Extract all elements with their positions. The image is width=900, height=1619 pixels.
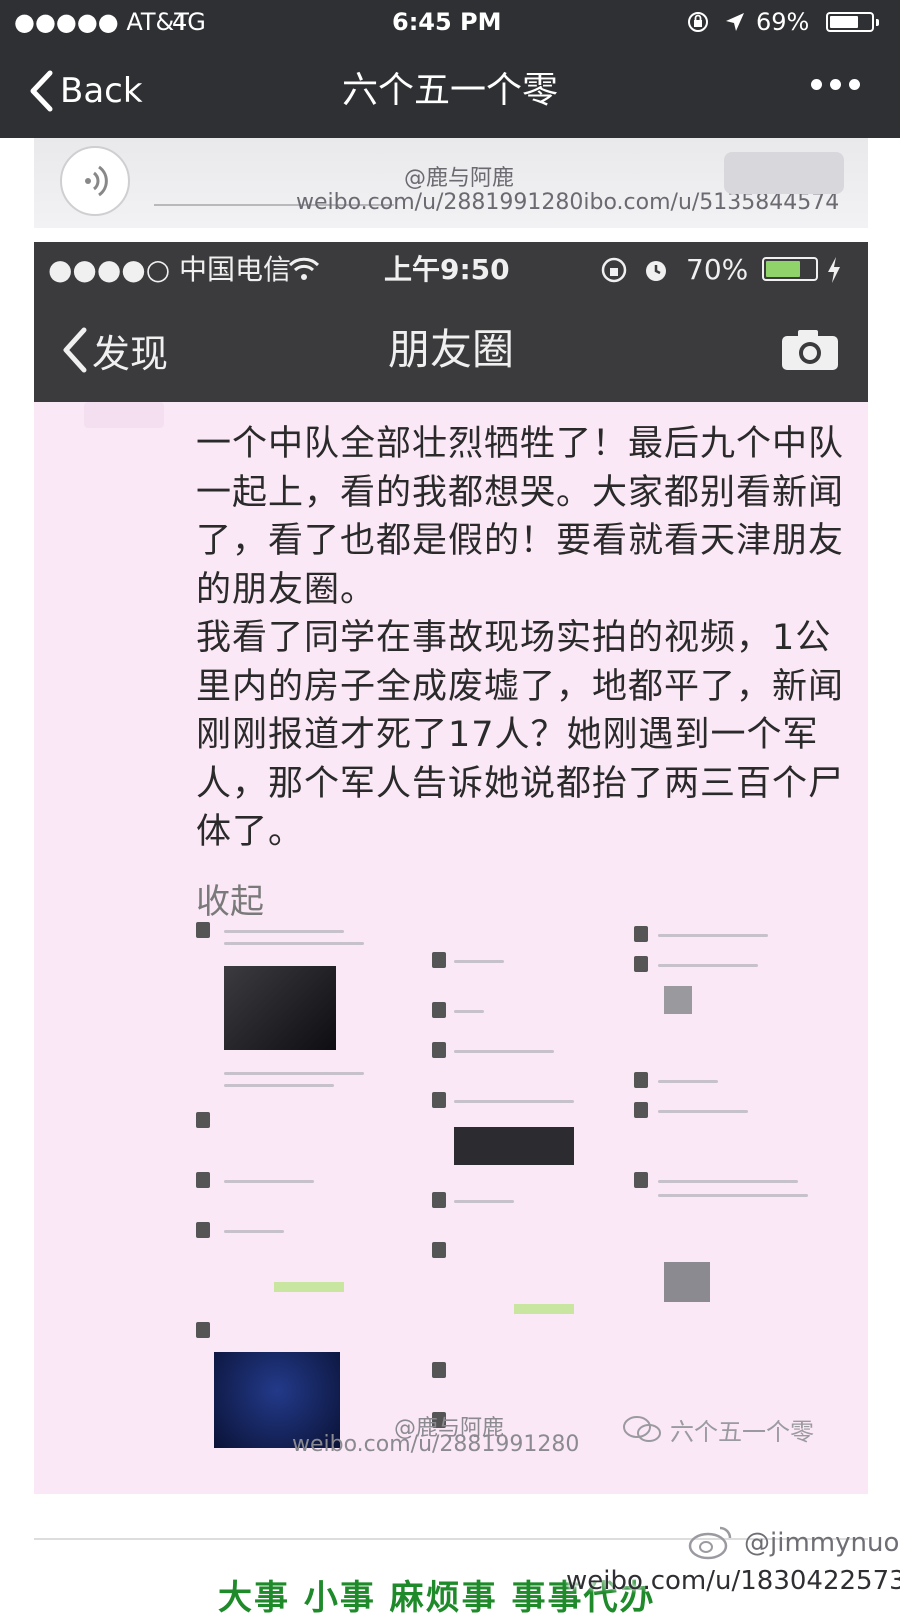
more-dot	[849, 79, 860, 90]
thumb-line	[454, 1100, 574, 1103]
thumb-avatar	[432, 1242, 446, 1258]
thumb-highlight	[274, 1282, 344, 1292]
post-text: 一个中队全部壮烈牺牲了！最后九个中队一起上，看的我都想哭。大家都别看新闻了，看了…	[196, 420, 846, 857]
thumb-avatar	[634, 926, 648, 942]
screenshot-thumb-2	[424, 922, 594, 1482]
alarm-icon	[642, 256, 670, 288]
thumb-avatar	[432, 1362, 446, 1378]
inner-page-title: 朋友圈	[387, 325, 514, 374]
thumb-avatar	[634, 1102, 648, 1118]
thumb-line	[224, 1084, 334, 1087]
post-paragraph-1: 一个中队全部壮烈牺牲了！最后九个中队一起上，看的我都想哭。大家都别看新闻了，看了…	[196, 424, 845, 610]
avatar	[84, 402, 164, 428]
weibo-url: weibo.com/u/1830422573	[566, 1566, 900, 1596]
inner-battery-percent: 70%	[686, 253, 749, 286]
nav-bar: Back 六个五一个零	[0, 44, 900, 138]
wechat-logo-icon	[622, 1414, 662, 1448]
inner-nav-bar: 发现 朋友圈	[34, 298, 868, 402]
thumb-line	[658, 1180, 798, 1183]
more-button[interactable]	[811, 79, 860, 90]
thumb-line	[658, 1194, 808, 1197]
weibo-logo-icon	[686, 1524, 734, 1564]
chevron-left-icon	[30, 70, 53, 112]
thumb-photo	[664, 986, 692, 1014]
cropped-image	[724, 152, 844, 194]
thumb-avatar	[432, 1042, 446, 1058]
thumb-avatar	[432, 1092, 446, 1108]
charging-bolt-icon	[826, 256, 842, 288]
more-dot	[830, 79, 841, 90]
battery-percent: 69%	[756, 8, 810, 36]
voice-message-icon	[60, 146, 130, 216]
back-label: Back	[60, 71, 143, 111]
page-title: 六个五一个零	[341, 70, 558, 111]
location-arrow-icon	[724, 11, 746, 37]
thumb-avatar	[432, 1192, 446, 1208]
thumb-line	[454, 1200, 514, 1203]
thumb-photo	[664, 1262, 710, 1302]
carrier-label: ●●●●● AT&T	[14, 8, 189, 36]
thumb-line	[224, 1180, 314, 1183]
thumb-avatar	[196, 1222, 210, 1238]
status-bar: ●●●●● AT&T 4G 6:45 PM 69%	[0, 0, 900, 44]
thumb-line	[658, 964, 758, 967]
inner-battery-icon	[762, 257, 818, 281]
divider-line	[34, 1538, 868, 1540]
post-paragraph-2: 我看了同学在事故现场实拍的视频，1公里内的房子全成废墟了，地都平了，新闻刚刚报道…	[196, 618, 845, 852]
inner-back-label: 发现	[92, 331, 169, 376]
inner-clock: 上午9:50	[384, 253, 510, 286]
collapse-link[interactable]: 收起	[196, 874, 264, 923]
thumb-avatar	[196, 1112, 210, 1128]
thumb-photo	[454, 1127, 574, 1165]
screenshot-thumb-1	[184, 922, 374, 1482]
thumb-avatar	[634, 956, 648, 972]
rotation-lock-icon	[686, 10, 710, 38]
inner-watermark-url: weibo.com/u/2881991280	[292, 1432, 580, 1457]
thumb-avatar	[634, 1172, 648, 1188]
thumb-avatar	[196, 1172, 210, 1188]
back-button[interactable]: Back	[28, 44, 143, 138]
clock-label: 6:45 PM	[392, 8, 502, 36]
camera-icon[interactable]	[780, 328, 840, 372]
thumb-line	[454, 1050, 554, 1053]
thumb-line	[658, 1080, 718, 1083]
thumb-avatar	[196, 922, 210, 938]
thumb-line	[224, 1230, 284, 1233]
weibo-handle: @jimmynuo	[744, 1528, 900, 1558]
watermark-handle: @鹿与阿鹿	[404, 166, 515, 191]
inner-chevron-left-icon	[63, 327, 87, 373]
thumb-avatar	[196, 1322, 210, 1338]
inner-back-button[interactable]: 发现	[60, 298, 168, 402]
embedded-screenshot: ●●●●○ 中国电信 上午9:50 70% 发现 朋友圈 一个中队全部壮烈牺牲了…	[34, 242, 868, 1494]
thumb-photo	[224, 966, 336, 1050]
inner-rotation-lock-icon	[600, 256, 628, 288]
more-dots-icon	[811, 79, 822, 90]
thumb-avatar	[432, 1002, 446, 1018]
attached-screenshots	[184, 922, 854, 1482]
network-label: 4G	[172, 8, 206, 36]
thumb-line	[658, 1110, 748, 1113]
thumb-highlight	[514, 1304, 574, 1314]
wechat-watermark: 六个五一个零	[670, 1418, 814, 1446]
inner-carrier: ●●●●○ 中国电信	[48, 253, 292, 286]
battery-icon	[826, 12, 879, 32]
screenshot-thumb-3	[624, 922, 824, 1482]
thumb-line	[224, 1072, 364, 1075]
inner-status-bar: ●●●●○ 中国电信 上午9:50 70%	[34, 242, 868, 298]
thumb-line	[658, 934, 768, 937]
thumb-avatar	[634, 1072, 648, 1088]
thumb-line	[224, 930, 344, 933]
wifi-icon	[288, 256, 320, 286]
thumb-line	[224, 942, 364, 945]
thumb-avatar	[432, 952, 446, 968]
article-image-top: @鹿与阿鹿 weibo.com/u/2881991280ibo.com/u/51…	[34, 138, 868, 228]
thumb-line	[454, 960, 504, 963]
thumb-line	[454, 1010, 484, 1013]
